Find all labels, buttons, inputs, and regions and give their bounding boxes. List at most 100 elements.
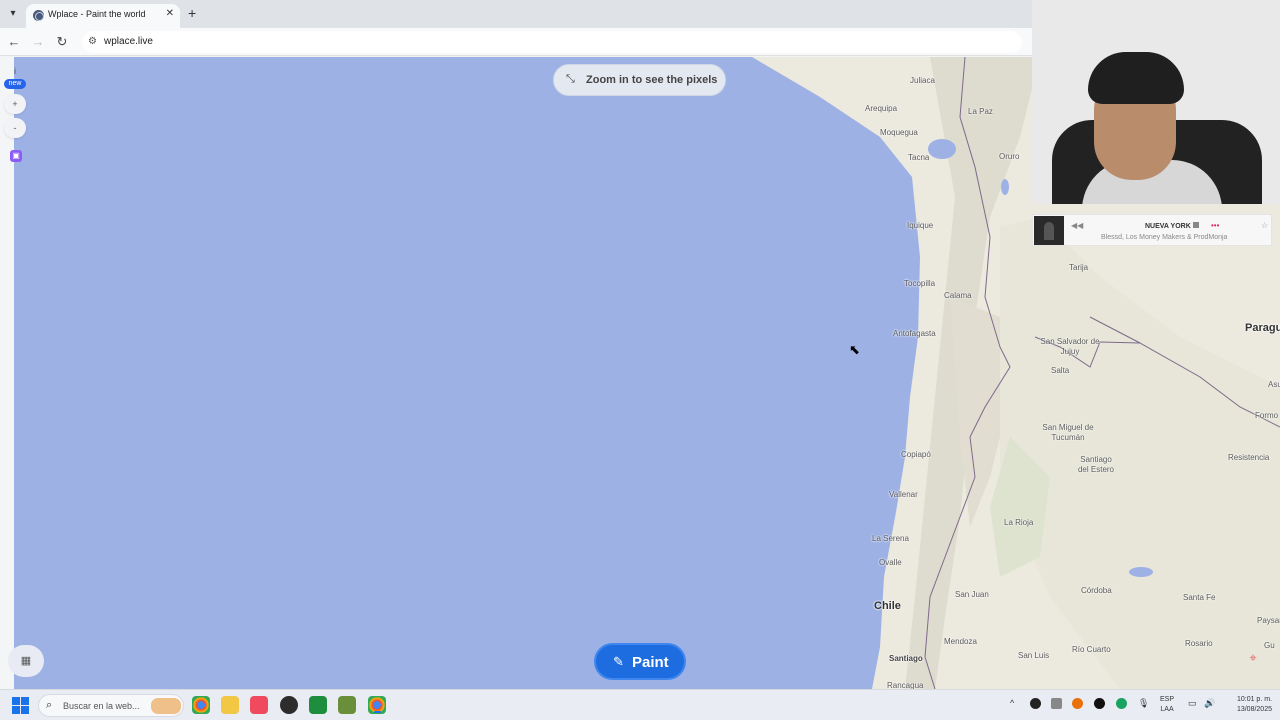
- clock-date: 13/08/2025: [1236, 706, 1272, 713]
- map-label-city: La Serena: [872, 534, 909, 543]
- map-label-city: Río Cuarto: [1072, 645, 1111, 654]
- map-label-city: San Juan: [955, 590, 989, 599]
- taskbar-search-box[interactable]: ⌕ Buscar en la web...: [38, 694, 184, 717]
- paint-button[interactable]: ✎ Paint: [594, 643, 686, 680]
- map-label-city: San Miguel de Tucumán: [1042, 423, 1094, 442]
- chrome-profile-taskbar-icon[interactable]: [368, 696, 386, 714]
- windows-taskbar: ⌕ Buscar en la web... ^ 🎙 ESP LAA ▭ 🔊 10…: [0, 689, 1280, 720]
- keyboard-layout: LAA: [1160, 706, 1174, 713]
- microphone-icon[interactable]: 🎙: [1138, 698, 1149, 709]
- address-bar[interactable]: ⚙ wplace.live: [82, 31, 1022, 53]
- map-label-city: Formo: [1255, 411, 1279, 420]
- map-label-city: La Paz: [968, 107, 993, 116]
- map-label-city: Santiago: [889, 654, 923, 663]
- language-indicator[interactable]: ESP LAA: [1160, 695, 1174, 715]
- obs-taskbar-icon[interactable]: [280, 696, 298, 714]
- map-label-city: Gu: [1264, 641, 1275, 650]
- chrome-taskbar-icon[interactable]: [192, 696, 210, 714]
- map-label-city: Mendoza: [944, 637, 977, 646]
- map-label-city: Arequipa: [865, 104, 898, 113]
- track-title: NUEVA YORK: [1145, 222, 1199, 230]
- map-label-country: Paragu: [1245, 322, 1280, 334]
- map-label-city: Tacna: [908, 153, 930, 162]
- globe-icon: [33, 10, 44, 21]
- map-label-city: San Luis: [1018, 651, 1050, 660]
- twitch-icon[interactable]: ▣: [10, 150, 22, 162]
- webcam-hair: [1088, 52, 1184, 104]
- location-pin-icon[interactable]: ⌖: [1240, 650, 1266, 672]
- browser-tab-bar: ▾ Wplace - Paint the world ✕ +: [0, 0, 1032, 28]
- file-explorer-taskbar-icon[interactable]: [221, 696, 239, 714]
- new-badge: new: [4, 79, 26, 89]
- volume-icon[interactable]: 🔊: [1204, 698, 1215, 709]
- map-label-city: Córdoba: [1081, 586, 1112, 595]
- map-label-city: Ovalle: [879, 558, 902, 567]
- music-app-taskbar-icon[interactable]: [250, 696, 268, 714]
- map-label-city: Calama: [944, 291, 972, 300]
- search-icon: ⌕: [46, 699, 53, 711]
- windows-start-icon[interactable]: [12, 697, 29, 714]
- webcam-overlay: [1032, 0, 1280, 204]
- zoom-hint-pill: ⤡ Zoom in to see the pixels: [553, 64, 726, 96]
- zoom-out-button[interactable]: -: [4, 118, 26, 138]
- search-highlight-art: [151, 698, 181, 714]
- map-label-city: Tarija: [1069, 263, 1089, 272]
- clock-time: 10:01 p. m.: [1236, 696, 1272, 703]
- paint-button-label: Paint: [632, 654, 669, 671]
- url-text[interactable]: wplace.live: [104, 36, 153, 47]
- new-tab-button[interactable]: +: [188, 5, 196, 21]
- mouse-cursor-icon: ⬉: [849, 342, 860, 357]
- info-button[interactable]: i: [4, 64, 26, 78]
- taskbar-clock[interactable]: 10:01 p. m. 13/08/2025: [1224, 695, 1272, 715]
- map-label-city: Rancagua: [887, 681, 924, 689]
- tray-app-icon[interactable]: [1072, 698, 1083, 709]
- map-label-city: San Salvador de Jujuy: [1040, 337, 1100, 356]
- zoom-hint-icon: ⤡: [566, 73, 575, 85]
- map-label-city: Salta: [1051, 366, 1070, 375]
- map-label-city: Santa Fe: [1183, 593, 1216, 602]
- map-label-city: Vallenar: [889, 490, 918, 499]
- favorite-star-icon[interactable]: ☆: [1261, 221, 1268, 230]
- tray-app-icon[interactable]: [1116, 698, 1127, 709]
- back-button[interactable]: ←: [6, 34, 22, 49]
- map-label-city: Resistencia: [1228, 453, 1270, 462]
- now-playing-widget: ◀◀ NUEVA YORK ••• ☆ Blessd, Los Money Ma…: [1032, 214, 1272, 246]
- tray-app-icon[interactable]: [1051, 698, 1062, 709]
- track-artist: Blessd, Los Money Makers & ProdMonja: [1101, 234, 1228, 241]
- pixel-grid-toggle-button[interactable]: ▦: [8, 645, 44, 677]
- browser-toolbar: ← → ↻ ⚙ wplace.live: [0, 28, 1032, 56]
- album-cover: [1034, 216, 1064, 245]
- network-icon[interactable]: ▭: [1188, 698, 1197, 709]
- tab-title: Wplace - Paint the world: [48, 9, 146, 19]
- tab-search-menu-button[interactable]: ▾: [4, 6, 22, 22]
- active-app-indicator: [374, 711, 381, 713]
- zoom-in-button[interactable]: +: [4, 94, 26, 114]
- map-label-city: Asu: [1268, 380, 1280, 389]
- more-options-icon[interactable]: •••: [1211, 221, 1219, 230]
- map-label-city: Santiago del Estero: [1077, 455, 1115, 474]
- brush-icon: ✎: [613, 654, 624, 669]
- explicit-icon: [1192, 222, 1199, 228]
- xbox-taskbar-icon[interactable]: [309, 696, 327, 714]
- close-tab-button[interactable]: ✕: [166, 8, 174, 19]
- map-label-city: Copiapó: [901, 450, 931, 459]
- tray-app-icon[interactable]: [1030, 698, 1041, 709]
- map-label-city: Iquique: [907, 221, 934, 230]
- tray-app-icon[interactable]: [1094, 698, 1105, 709]
- zoom-hint-text: Zoom in to see the pixels: [586, 74, 718, 86]
- minecraft-taskbar-icon[interactable]: [338, 696, 356, 714]
- map-label-city: Juliaca: [910, 76, 935, 85]
- forward-button[interactable]: →: [30, 34, 46, 49]
- browser-tab-wplace[interactable]: Wplace - Paint the world ✕: [26, 4, 180, 28]
- map-label-country: Chile: [874, 600, 901, 612]
- taskbar-search-placeholder: Buscar en la web...: [63, 701, 140, 711]
- reload-button[interactable]: ↻: [54, 34, 70, 50]
- track-title-text: NUEVA YORK: [1145, 223, 1191, 230]
- map-label-city: Oruro: [999, 152, 1020, 161]
- site-settings-icon[interactable]: ⚙: [88, 36, 97, 47]
- previous-track-icon[interactable]: ◀◀: [1071, 221, 1083, 230]
- map-label-city: Paysar: [1257, 616, 1280, 625]
- map-label-city: Rosario: [1185, 639, 1213, 648]
- map-label-city: La Rioja: [1004, 518, 1034, 527]
- show-hidden-icons-button[interactable]: ^: [1010, 698, 1014, 708]
